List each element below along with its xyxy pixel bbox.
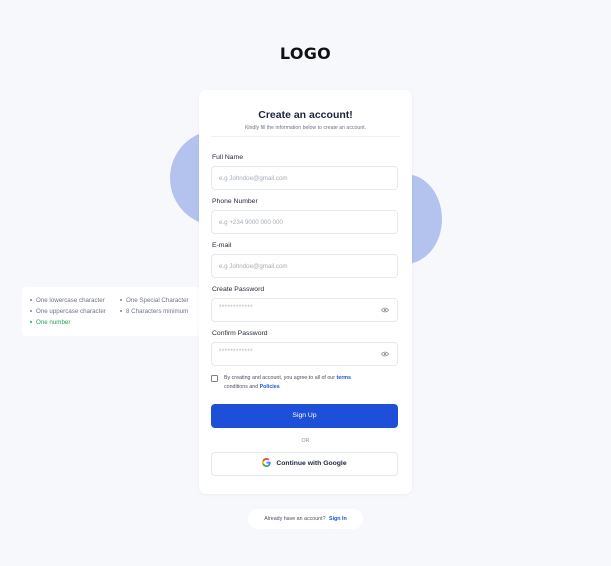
signin-link[interactable]: Sign In — [329, 516, 347, 522]
signin-prompt: Already have an account? Sign In — [248, 509, 363, 529]
google-signin-button[interactable]: Continue with Google — [211, 452, 398, 476]
google-icon — [262, 457, 272, 467]
confirm-password-label: Confirm Password — [212, 330, 268, 337]
password-masked-value: ************ — [219, 305, 254, 311]
email-label: E-mail — [212, 242, 232, 249]
create-password-label: Create Password — [212, 286, 265, 293]
signup-button[interactable]: Sign Up — [211, 404, 398, 428]
full-name-label: Full Name — [212, 154, 243, 161]
email-input[interactable]: e.g Johndoe@gmail.com — [211, 254, 398, 278]
eye-icon[interactable] — [381, 351, 389, 357]
phone-label: Phone Number — [212, 198, 258, 205]
terms-checkbox[interactable] — [211, 375, 218, 382]
requirement-min-length: 8 Characters minimum — [120, 308, 188, 315]
card-subtitle: Kindly fill the information below to cre… — [244, 125, 367, 131]
requirement-special: One Special Character — [120, 297, 189, 304]
terms-text: By creating and account, you agree to al… — [224, 375, 351, 390]
policies-link[interactable]: Policies — [260, 384, 280, 390]
requirement-lowercase: One lowercase character — [30, 297, 105, 304]
or-separator: OR — [301, 438, 310, 444]
requirement-number: One number — [30, 319, 70, 326]
card-title: Create an account! — [258, 109, 353, 121]
phone-input[interactable]: e.g +234 9000 000 000 — [211, 210, 398, 234]
email-placeholder: e.g Johndoe@gmail.com — [219, 263, 288, 270]
signup-card: Create an account! Kindly fill the infor… — [199, 90, 412, 494]
full-name-input[interactable]: e.g Johndoe@gmail.com — [211, 166, 398, 190]
logo: LOGO — [279, 44, 332, 63]
full-name-placeholder: e.g Johndoe@gmail.com — [219, 175, 288, 182]
password-requirements-panel: One lowercase character One Special Char… — [22, 287, 200, 336]
divider — [211, 136, 400, 137]
requirement-uppercase: One uppercase character — [30, 308, 106, 315]
phone-placeholder: e.g +234 9000 000 000 — [219, 219, 283, 226]
confirm-password-masked-value: ************ — [219, 349, 254, 355]
terms-link[interactable]: terms — [336, 375, 350, 381]
create-password-input[interactable]: ************ — [211, 298, 398, 322]
confirm-password-input[interactable]: ************ — [211, 342, 398, 366]
eye-icon[interactable] — [381, 307, 389, 313]
